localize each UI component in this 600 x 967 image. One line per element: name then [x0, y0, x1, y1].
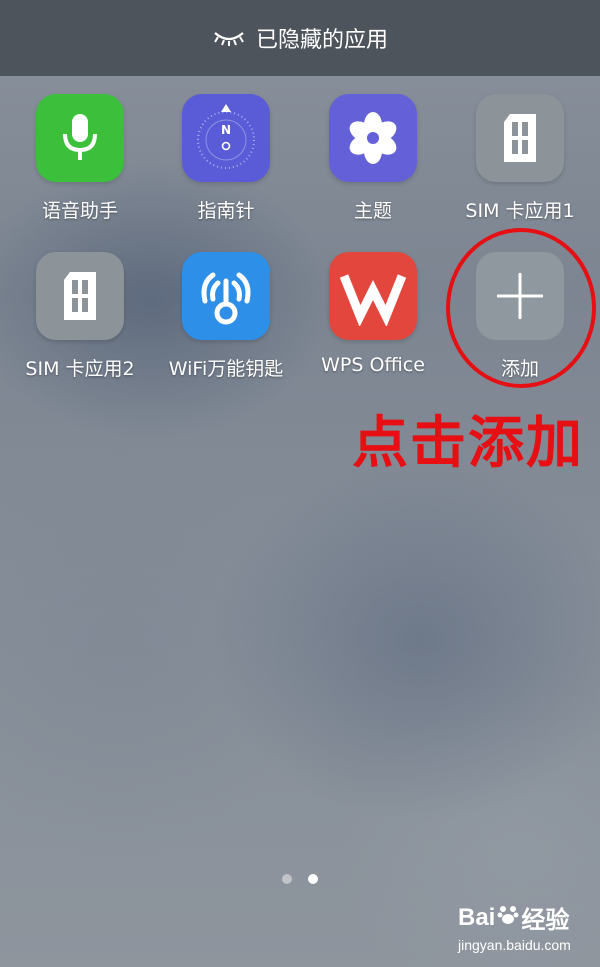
app-sim-card-2[interactable]: SIM 卡应用2 — [10, 252, 150, 381]
app-sim-card-1[interactable]: SIM 卡应用1 — [450, 94, 590, 223]
header-title: 已隐藏的应用 — [255, 28, 388, 53]
app-label: 主题 — [353, 200, 392, 222]
annotation-circle — [446, 228, 596, 388]
app-label: SIM 卡应用2 — [25, 358, 135, 380]
closed-eye-icon — [212, 27, 246, 49]
page-dot-1[interactable] — [282, 874, 292, 884]
watermark-url: jingyan.baidu.com — [458, 937, 571, 953]
wps-office-icon — [329, 252, 417, 340]
watermark-brand-suffix: 经验 — [521, 907, 570, 934]
app-theme[interactable]: 主题 — [303, 94, 443, 223]
app-label: 语音助手 — [41, 200, 118, 222]
page-indicator — [282, 874, 318, 884]
microphone-icon — [36, 94, 124, 182]
hidden-apps-header: 已隐藏的应用 — [0, 0, 600, 76]
app-label: WPS Office — [321, 354, 425, 376]
watermark-brand: Bai — [458, 903, 496, 931]
baidu-watermark: Bai 经验 jingyan.baidu.com — [458, 900, 571, 954]
compass-icon: N — [182, 94, 270, 182]
app-label: 指南针 — [197, 200, 255, 222]
wifi-key-icon — [182, 252, 270, 340]
svg-text:N: N — [221, 123, 231, 137]
page-dot-2-active[interactable] — [308, 874, 318, 884]
theme-flower-icon — [329, 94, 417, 182]
app-label: WiFi万能钥匙 — [168, 358, 284, 380]
app-compass[interactable]: N 指南针 — [156, 94, 296, 223]
app-wps-office[interactable]: WPS Office — [303, 252, 443, 376]
paw-icon — [497, 903, 519, 932]
annotation-text: 点击添加 — [352, 411, 584, 476]
app-wifi-key[interactable]: WiFi万能钥匙 — [156, 252, 296, 381]
app-voice-assistant[interactable]: 语音助手 — [10, 94, 150, 223]
sim-card-icon — [36, 252, 124, 340]
sim-card-icon — [476, 94, 564, 182]
app-label: SIM 卡应用1 — [465, 200, 575, 222]
